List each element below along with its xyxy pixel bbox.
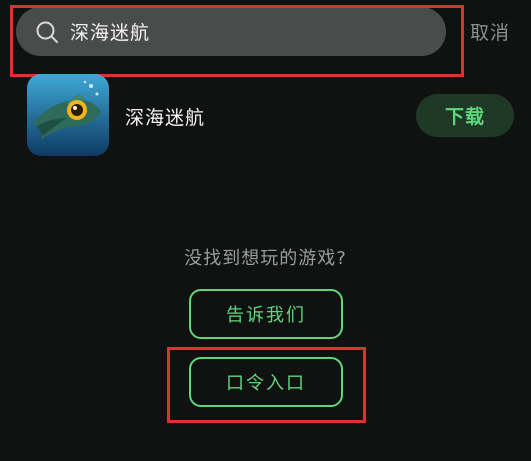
cancel-button[interactable]: 取消 [470, 18, 510, 45]
subnautica-app-icon[interactable] [27, 74, 109, 156]
app-name: 深海迷航 [125, 107, 206, 129]
download-button[interactable]: 下载 [416, 94, 514, 137]
highlight-box-search [10, 5, 464, 77]
highlight-box-code-entry [167, 347, 366, 423]
search-results-page: 深海迷航 取消 深海迷航 下载 没找到想玩的游戏? 告诉我们 口令入口 [0, 0, 531, 461]
list-item[interactable]: 深海迷航 下载 [0, 74, 531, 158]
not-found-prompt: 没找到想玩的游戏? [184, 248, 347, 269]
tell-us-button[interactable]: 告诉我们 [189, 289, 343, 339]
